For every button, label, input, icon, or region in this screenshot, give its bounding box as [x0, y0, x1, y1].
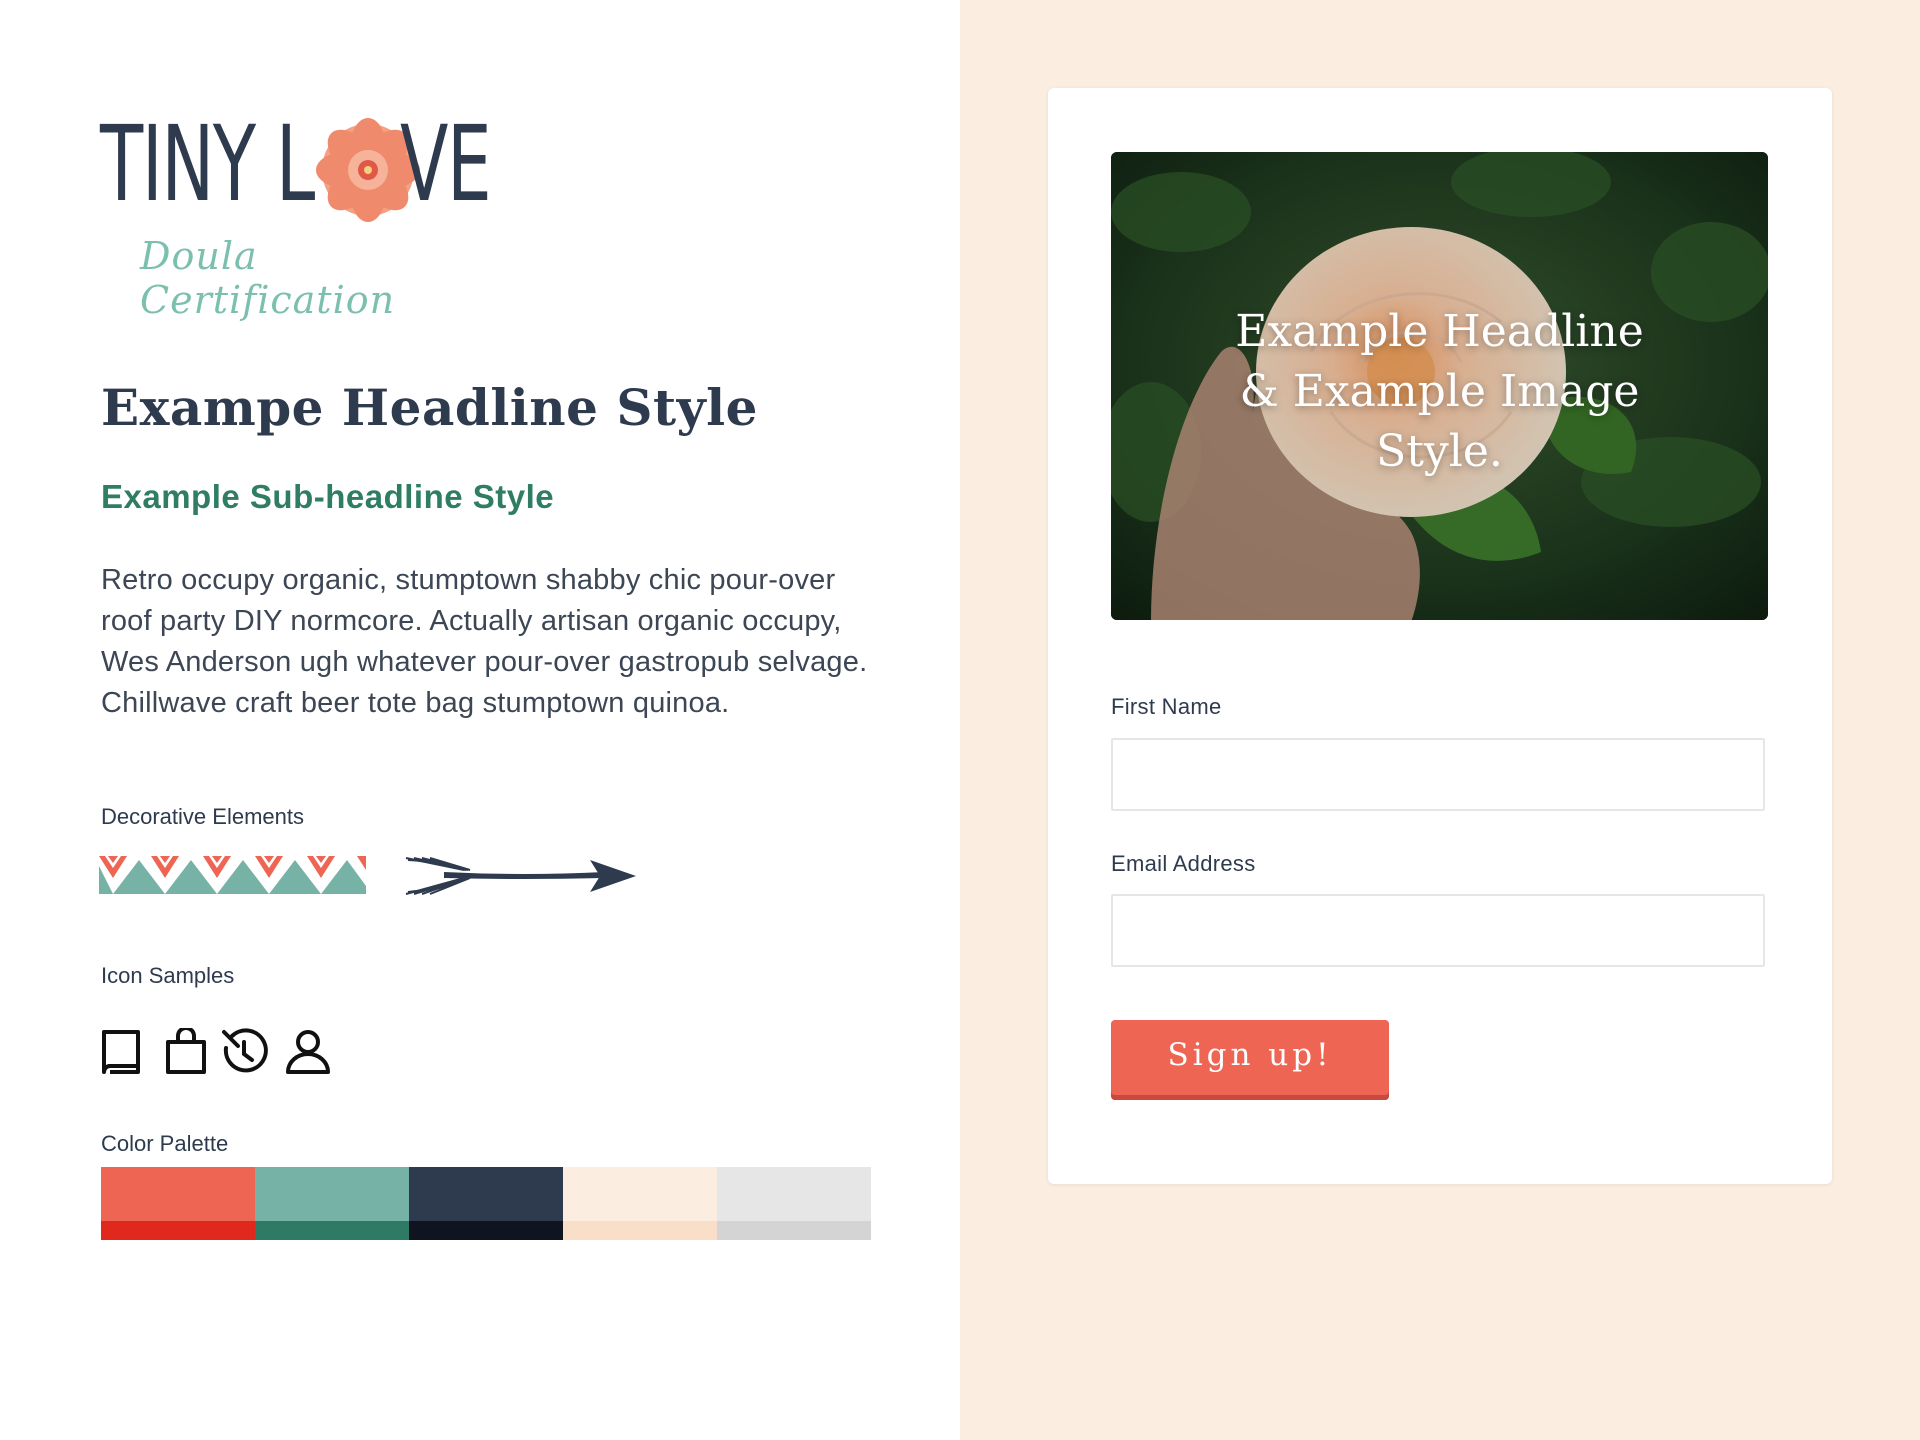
logo-wordmark-right: VE	[400, 103, 492, 225]
first-name-field[interactable]	[1111, 738, 1765, 811]
color-swatch	[717, 1167, 871, 1240]
example-body-text: Retro occupy organic, stumptown shabby c…	[101, 564, 868, 719]
email-address-label: Email Address	[1111, 851, 1256, 876]
hero-headline-line-2: & Example Image	[1239, 366, 1640, 417]
color-swatch	[101, 1167, 255, 1240]
color-palette	[101, 1167, 871, 1240]
tiny-love-logo: TINY L VE Doula Certification	[100, 103, 492, 322]
color-swatch-shade	[563, 1221, 717, 1240]
example-headline: Exampe Headline Style	[101, 378, 758, 437]
hero-headline-line-3: Style.	[1376, 426, 1503, 477]
color-swatch-main	[409, 1167, 563, 1221]
user-icon	[284, 1028, 332, 1076]
color-swatch-shade	[717, 1221, 871, 1240]
history-clock-icon	[220, 1028, 268, 1076]
hero-headline-line-1: Example Headline	[1235, 306, 1644, 357]
arrow-decoration	[405, 857, 636, 895]
first-name-label: First Name	[1111, 694, 1222, 719]
color-palette-label: Color Palette	[101, 1131, 229, 1156]
triangle-pattern-decoration	[99, 856, 366, 894]
icon-samples-label: Icon Samples	[101, 963, 235, 988]
styleguide-panel: TINY L VE Doula Certification Exampe Hea…	[0, 0, 960, 1440]
example-subheadline: Example Sub-headline Style	[101, 478, 555, 515]
book-icon	[100, 1028, 148, 1076]
logo-tagline: Doula Certification	[140, 234, 396, 322]
color-swatch-main	[255, 1167, 409, 1221]
color-swatch-main	[717, 1167, 871, 1221]
color-swatch-main	[101, 1167, 255, 1221]
signup-card: Example Headline & Example Image Style. …	[1048, 88, 1832, 1184]
decorative-elements-label: Decorative Elements	[101, 804, 304, 829]
hero-image: Example Headline & Example Image Style.	[1111, 152, 1768, 620]
sign-up-button[interactable]: Sign up!	[1111, 1020, 1389, 1100]
hero-headline: Example Headline & Example Image Style.	[1111, 302, 1768, 482]
shopping-bag-icon	[162, 1028, 210, 1076]
color-swatch-main	[563, 1167, 717, 1221]
color-swatch-shade	[255, 1221, 409, 1240]
color-swatch-shade	[101, 1221, 255, 1240]
color-swatch	[255, 1167, 409, 1240]
email-field[interactable]	[1111, 894, 1765, 967]
logo-wordmark-left: TINY L	[100, 103, 315, 225]
color-swatch	[409, 1167, 563, 1240]
color-swatch-shade	[409, 1221, 563, 1240]
color-swatch	[563, 1167, 717, 1240]
